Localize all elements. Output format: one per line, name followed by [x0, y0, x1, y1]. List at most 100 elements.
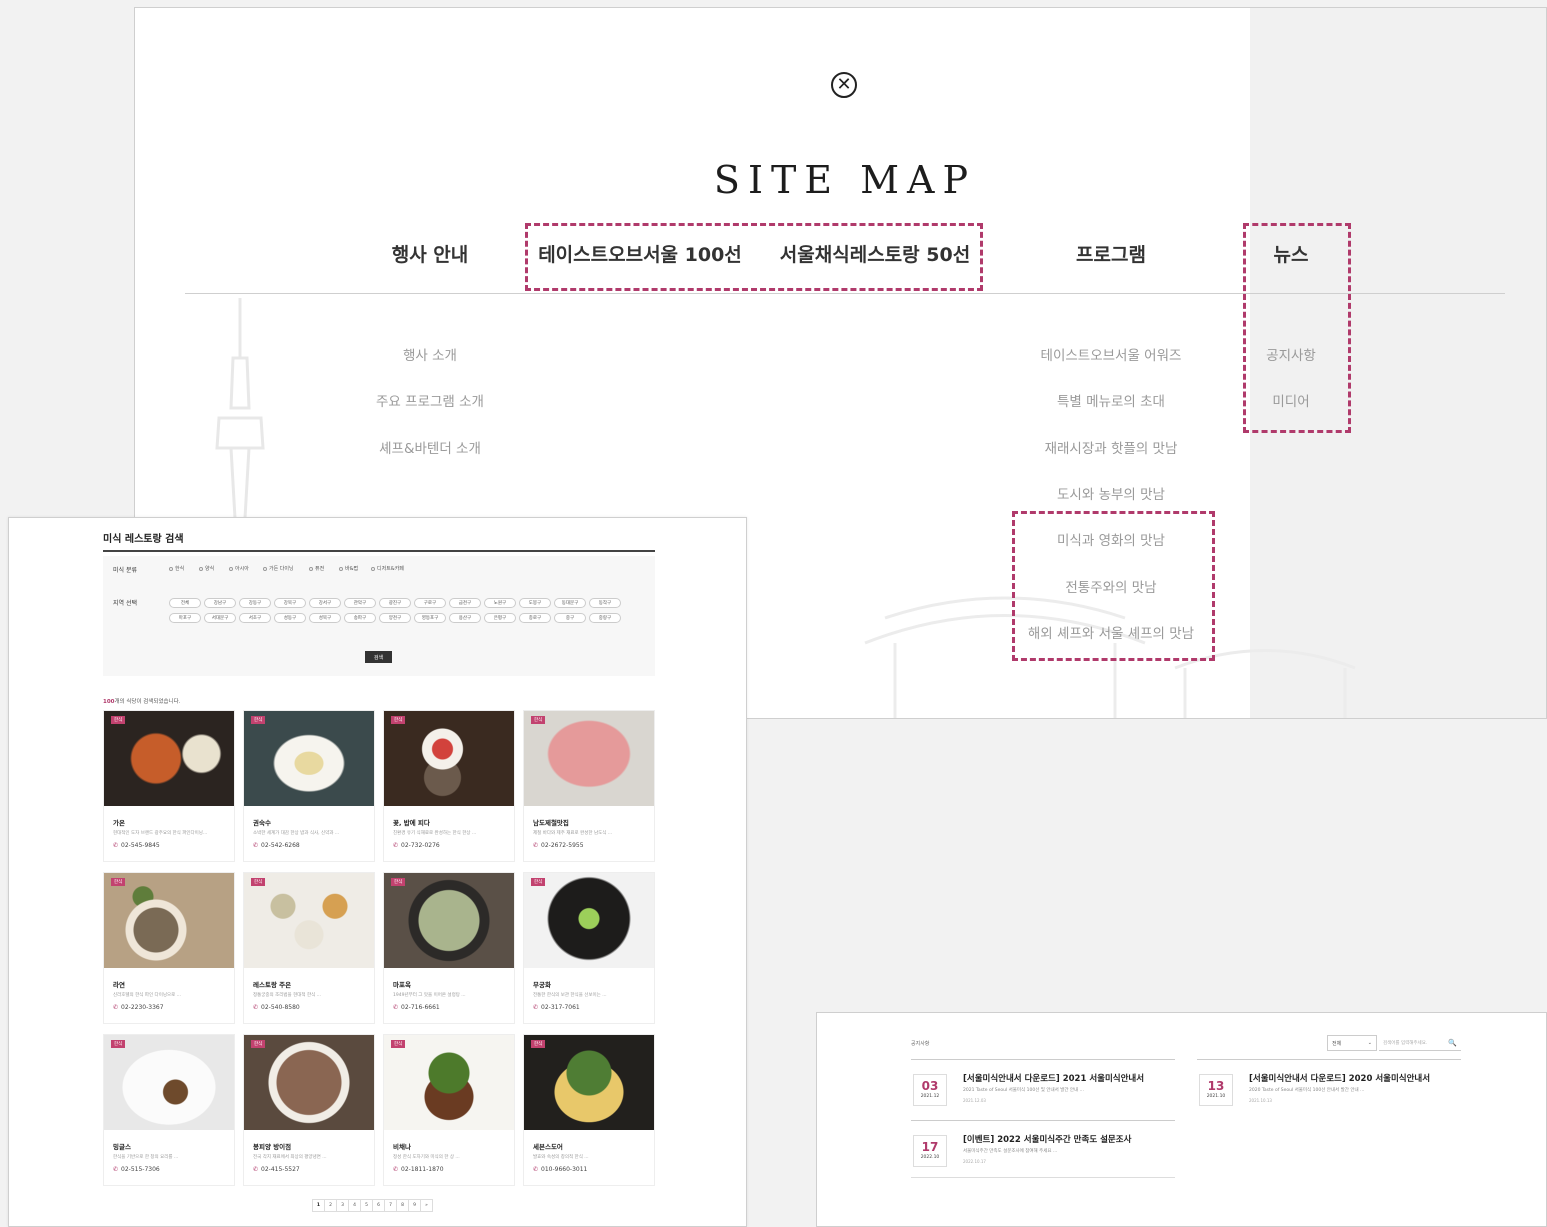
restaurant-card[interactable]: 한식 밍글스 한식을 기반으로 한 창의 요리를 ... ✆ 02-515-730… — [103, 1034, 235, 1186]
restaurant-card[interactable]: 한식 가온 현대적인 도자 브랜드 광주요의 한식 파인다이닝... ✆ 02-5… — [103, 710, 235, 862]
district-chip[interactable]: 은평구 — [484, 613, 516, 623]
phone-icon: ✆ — [113, 842, 119, 849]
highlight-box-new-programs — [1012, 511, 1215, 661]
result-count: 100개의 식당이 검색되었습니다. — [103, 699, 181, 705]
search-icon: 🔍 — [1448, 1038, 1457, 1047]
sub-event-intro[interactable]: 행사 소개 — [330, 344, 530, 364]
district-chip[interactable]: 금천구 — [449, 598, 481, 608]
district-chip[interactable]: 송파구 — [344, 613, 376, 623]
district-chip[interactable]: 양천구 — [379, 613, 411, 623]
phone-icon: ✆ — [393, 1004, 399, 1011]
restaurant-card[interactable]: 한식 꽃, 밥에 피다 친환경 유기 식재료로 완성하는 한식 한상 ... ✆… — [383, 710, 515, 862]
collage: ✕ SITE MAP 행사 안내 테이스트오브서울 100선 서울채식레스토랑 … — [0, 0, 1547, 1227]
district-chip[interactable]: 구로구 — [414, 598, 446, 608]
notice-item[interactable]: 17 2022.10 [이벤트] 2022 서울미식주간 만족도 설문조사 서울미… — [911, 1120, 1175, 1178]
district-chip[interactable]: 서대문구 — [204, 613, 236, 623]
category-select[interactable]: 전체 ⌄ — [1327, 1035, 1377, 1051]
restaurant-photo: 한식 — [244, 1035, 374, 1130]
restaurant-name: 밍글스 — [113, 1143, 131, 1151]
sub-market-hotplace[interactable]: 재래시장과 핫플의 맛남 — [1011, 437, 1211, 457]
district-chip[interactable]: 서초구 — [239, 613, 271, 623]
sub-chef-bartender-intro[interactable]: 셰프&바텐더 소개 — [330, 437, 530, 457]
district-chip[interactable]: 영등포구 — [414, 613, 446, 623]
nav-event-info[interactable]: 행사 안내 — [365, 240, 495, 267]
notice-item[interactable]: 13 2021.10 [서울미식안내서 다운로드] 2020 서울미식안내서 20… — [1197, 1059, 1461, 1117]
cuisine-option[interactable]: 가든 다이닝 — [263, 565, 294, 572]
date-box: 17 2022.10 — [913, 1135, 947, 1167]
district-chip[interactable]: 강남구 — [204, 598, 236, 608]
restaurant-photo: 한식 — [524, 1035, 654, 1130]
search-input[interactable]: 검색어를 입력해주세요. 🔍 — [1379, 1035, 1461, 1051]
restaurant-desc: 현대적인 도자 브랜드 광주요의 한식 파인다이닝... — [113, 831, 208, 836]
restaurant-card[interactable]: 한식 라연 신라호텔의 한식 파인 다이닝으로 ... ✆ 02-2230-336… — [103, 872, 235, 1024]
district-chip[interactable]: 도봉구 — [519, 598, 551, 608]
district-chip[interactable]: 광진구 — [379, 598, 411, 608]
nav-program[interactable]: 프로그램 — [1041, 240, 1181, 267]
cuisine-option[interactable]: 디저트&카페 — [371, 565, 404, 572]
cuisine-option[interactable]: 한식 — [169, 565, 184, 572]
restaurant-phone: ✆ 010-9660-3011 — [533, 1166, 588, 1173]
restaurant-desc: 제철 바다와 제주 재료로 완성한 남도식 ... — [533, 831, 613, 836]
restaurant-phone: ✆ 02-716-6661 — [393, 1004, 440, 1011]
sitemap-title: SITE MAP — [713, 158, 977, 202]
district-chip[interactable]: 노원구 — [484, 598, 516, 608]
close-circle-icon[interactable]: ✕ — [831, 72, 857, 98]
district-chip[interactable]: 동대문구 — [554, 598, 586, 608]
restaurant-photo: 한식 — [104, 711, 234, 806]
sub-main-program-intro[interactable]: 주요 프로그램 소개 — [330, 390, 530, 410]
district-chip[interactable]: 마포구 — [169, 613, 201, 623]
district-chip[interactable]: 강북구 — [274, 598, 306, 608]
notice-item[interactable]: 03 2021.12 [서울미식안내서 다운로드] 2021 서울미식안내서 20… — [911, 1059, 1175, 1117]
restaurant-phone: ✆ 02-2672-5955 — [533, 842, 584, 849]
restaurant-card[interactable]: 한식 마포옥 1949년부터 그 맛을 이어온 설렁탕 ... ✆ 02-716-… — [383, 872, 515, 1024]
district-chip[interactable]: 용산구 — [449, 613, 481, 623]
district-chip[interactable]: 관악구 — [344, 598, 376, 608]
restaurant-name: 마포옥 — [393, 981, 411, 989]
district-chip[interactable]: 성북구 — [309, 613, 341, 623]
restaurant-card[interactable]: 한식 비채나 정성 한식 도자기와 미식의 한 상 ... ✆ 02-1811-1… — [383, 1034, 515, 1186]
highlight-box-new-categories — [525, 223, 983, 291]
sub-awards[interactable]: 테이스트오브서울 어워즈 — [1011, 344, 1211, 364]
restaurant-desc: 정성 한식 도자기와 미식의 한 상 ... — [393, 1155, 460, 1160]
date-box: 03 2021.12 — [913, 1074, 947, 1106]
restaurant-card[interactable]: 한식 무궁화 전통한 한식의 보관 한식을 선보이는 ... ✆ 02-317-7… — [523, 872, 655, 1024]
district-chip[interactable]: 성동구 — [274, 613, 306, 623]
cuisine-option[interactable]: 바&펍 — [339, 565, 358, 572]
restaurant-card[interactable]: 한식 봉피양 방이점 전국 각지 재료에서 최상의 평양냉면 ... ✆ 02-4… — [243, 1034, 375, 1186]
restaurant-card[interactable]: 한식 권숙수 소박한 세계가 대감 한상 밥과 식사, 신약과 ... ✆ 02-… — [243, 710, 375, 862]
sub-city-farmer[interactable]: 도시와 농부의 맛남 — [1011, 483, 1211, 503]
restaurant-card[interactable]: 한식 세븐스도어 발효와 숙성의 창의적 한식 ... ✆ 010-9660-30… — [523, 1034, 655, 1186]
phone-icon: ✆ — [113, 1004, 119, 1011]
district-label: 지역 선택 — [113, 600, 137, 607]
restaurant-desc: 전국 각지 재료에서 최상의 평양냉면 ... — [253, 1155, 327, 1160]
phone-icon: ✆ — [253, 842, 259, 849]
restaurant-card[interactable]: 한식 남도제철맛집 제철 바다와 제주 재료로 완성한 남도식 ... ✆ 02-… — [523, 710, 655, 862]
search-button[interactable]: 검색 — [365, 651, 392, 663]
notice-excerpt: 서울미식주간 만족도 설문조사에 참여해 주세요 ... — [963, 1149, 1058, 1154]
breadcrumb: 공지사항 — [911, 1041, 930, 1047]
restaurant-name: 꽃, 밥에 피다 — [393, 819, 430, 827]
district-chip[interactable]: 중랑구 — [589, 613, 621, 623]
notice-title: [이벤트] 2022 서울미식주간 만족도 설문조사 — [963, 1135, 1132, 1145]
district-chip[interactable]: 전체 — [169, 598, 201, 608]
district-chip[interactable]: 강서구 — [309, 598, 341, 608]
next-page-link[interactable]: » — [420, 1199, 433, 1212]
district-chip[interactable]: 중구 — [554, 613, 586, 623]
restaurant-desc: 신라호텔의 한식 파인 다이닝으로 ... — [113, 993, 181, 998]
cuisine-option[interactable]: 퓨전 — [309, 565, 324, 572]
restaurant-search-window: 미식 레스토랑 검색 미식 분류 한식 양식 아시아 가든 다이닝 퓨전 바&펍… — [8, 517, 747, 1227]
district-chip[interactable]: 강동구 — [239, 598, 271, 608]
sub-special-menu[interactable]: 특별 메뉴로의 초대 — [1011, 390, 1211, 410]
restaurant-name: 남도제철맛집 — [533, 819, 569, 827]
cuisine-option[interactable]: 양식 — [199, 565, 214, 572]
district-chip[interactable]: 종로구 — [519, 613, 551, 623]
restaurant-photo: 한식 — [104, 873, 234, 968]
restaurant-desc: 친환경 유기 식재료로 완성하는 한식 한상 ... — [393, 831, 477, 836]
title-underline — [103, 550, 655, 552]
restaurant-card[interactable]: 한식 레스토랑 주은 정통궁중의 조리법을 현대적 한식 ... ✆ 02-540… — [243, 872, 375, 1024]
cuisine-option[interactable]: 아시아 — [229, 565, 249, 572]
district-chip[interactable]: 동작구 — [589, 598, 621, 608]
restaurant-photo: 한식 — [524, 711, 654, 806]
restaurant-phone: ✆ 02-732-0276 — [393, 842, 440, 849]
notice-title: [서울미식안내서 다운로드] 2020 서울미식안내서 — [1249, 1074, 1431, 1084]
